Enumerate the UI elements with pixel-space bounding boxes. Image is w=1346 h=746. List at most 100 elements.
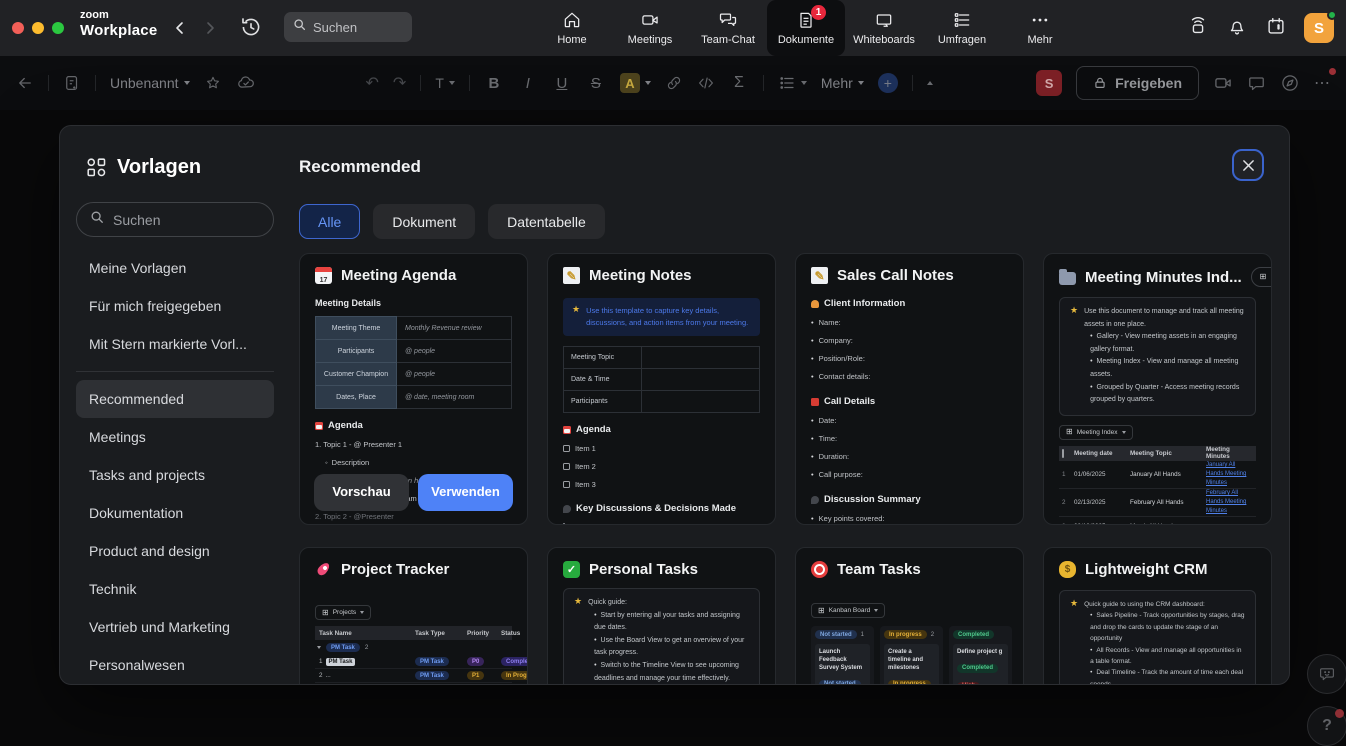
nav-umfragen[interactable]: Umfragen [923,0,1001,56]
sidebar-item-meine-vorlagen[interactable]: Meine Vorlagen [76,249,274,287]
preview-table: Meeting ThemeMonthly Revenue reviewParti… [315,316,512,408]
history-icon[interactable] [238,14,264,45]
formula-icon[interactable]: Σ [729,74,749,92]
templates-search-input[interactable] [113,212,243,228]
share-device-icon[interactable] [1187,15,1209,42]
view-tab: Kanban Board [811,603,885,618]
sidebar-item-technik[interactable]: Technik [76,570,274,608]
highlight-icon: A [620,73,640,93]
template-card-sales-call-notes[interactable]: Sales Call Notes Client Information Name… [795,253,1024,525]
share-button[interactable]: Freigeben [1076,66,1199,100]
calendar-icon[interactable] [1265,15,1287,42]
sidebar-item-recommended[interactable]: Recommended [76,380,274,418]
search-icon [90,210,104,229]
star-icon[interactable] [204,74,222,92]
divider [48,75,49,91]
dokumente-badge: 1 [811,5,826,20]
new-document-icon[interactable] [63,74,81,92]
nav-mehr[interactable]: Mehr [1001,0,1079,56]
table-icon [818,607,825,615]
maximize-window-button[interactable] [52,22,64,34]
close-window-button[interactable] [12,22,24,34]
comment-icon[interactable] [1247,74,1266,93]
search-input[interactable] [313,20,401,35]
view-tab: Meeting Index [1059,425,1133,440]
strikethrough-button[interactable]: S [586,75,606,92]
templates-main: Recommended Alle Dokument Datentabelle M… [284,126,1290,684]
preview-table-row: 1 01/06/2025 January All Hands January A… [1059,461,1256,489]
template-card-meeting-minutes-index[interactable]: Meeting Minutes Ind... 1 Use this docume… [1043,253,1272,525]
chevron-down-icon [874,609,878,612]
forward-icon[interactable] [198,16,222,40]
template-card-meeting-agenda[interactable]: Meeting Agenda Meeting Details Meeting T… [299,253,528,525]
text-style-menu[interactable]: T [435,75,455,91]
nav-home[interactable]: Home [533,0,611,56]
zoom-workplace-logo: zoom Workplace [80,9,157,39]
toolbar-mehr-menu[interactable]: Mehr [821,75,864,91]
global-search[interactable] [284,12,412,42]
star-emoji-icon [572,305,580,329]
card-title: Meeting Notes [589,267,692,284]
bold-button[interactable]: B [484,75,504,92]
nav-dokumente[interactable]: Dokumente 1 [767,0,845,56]
video-icon[interactable] [1213,73,1233,93]
insert-plus-button[interactable]: + [878,73,898,93]
nav-team-chat[interactable]: Team-Chat [689,0,767,56]
template-categories: Meine Vorlagen Für mich freigegeben Mit … [76,249,274,684]
code-icon[interactable] [697,74,715,92]
close-icon [1242,159,1255,172]
notification-dot [1335,709,1344,718]
document-title-menu[interactable]: Unbenannt [110,75,190,91]
template-card-project-tracker[interactable]: Project Tracker Projects Task Name Task … [299,547,528,685]
speech-bubble-emoji-icon [811,496,819,504]
nav-whiteboards[interactable]: Whiteboards [845,0,923,56]
chevron-down-icon [360,611,364,614]
template-card-meeting-notes[interactable]: Meeting Notes Use this template to captu… [547,253,776,525]
template-preview: Client Information Name:Company:Position… [811,298,1008,525]
folder-emoji-icon [1059,272,1076,285]
notifications-icon[interactable] [1226,15,1248,42]
sidebar-item-fuer-mich-freigegeben[interactable]: Für mich freigegeben [76,287,274,325]
kanban-card: Launch Feedback Survey System Not starte… [815,644,870,685]
underline-button[interactable]: U [552,75,572,92]
toolbar-more-icon[interactable]: ⋯ [1314,73,1330,93]
filter-alle[interactable]: Alle [299,204,360,239]
undo-icon[interactable]: ↶ [366,73,379,93]
sidebar-item-meetings[interactable]: Meetings [76,418,274,456]
help-button[interactable]: ? [1307,706,1346,746]
compass-icon[interactable] [1280,73,1300,93]
list-menu[interactable] [778,74,807,92]
template-card-personal-tasks[interactable]: Personal Tasks Quick guide: Start by ent… [547,547,776,685]
sidebar-item-vertrieb-und-marketing[interactable]: Vertrieb und Marketing [76,608,274,646]
checkbox-icon [563,463,570,470]
cloud-saved-icon[interactable] [236,73,256,93]
template-card-lightweight-crm[interactable]: Lightweight CRM Quick guide to using the… [1043,547,1272,685]
sidebar-item-product-and-design[interactable]: Product and design [76,532,274,570]
filter-datentabelle[interactable]: Datentabelle [488,204,605,239]
back-arrow-icon[interactable] [16,74,34,92]
notification-dot [1329,68,1336,75]
highlight-color-menu[interactable]: A [620,73,651,93]
sidebar-item-tasks-and-projects[interactable]: Tasks and projects [76,456,274,494]
back-icon[interactable] [168,16,192,40]
link-icon[interactable] [665,74,683,92]
filter-chips: Alle Dokument Datentabelle [299,204,1272,239]
checkbox-icon [563,445,570,452]
minimize-window-button[interactable] [32,22,44,34]
sidebar-item-personalwesen[interactable]: Personalwesen [76,646,274,684]
templates-search[interactable] [76,202,274,237]
sidebar-item-dokumentation[interactable]: Dokumentation [76,494,274,532]
avatar[interactable]: S [1304,13,1334,43]
sidebar-item-mit-stern-markiert[interactable]: Mit Stern markierte Vorl... [76,325,274,363]
feedback-button[interactable] [1307,654,1346,694]
divider [420,75,421,91]
italic-button[interactable]: I [518,75,538,92]
filter-dokument[interactable]: Dokument [373,204,475,239]
use-template-button[interactable]: Verwenden [418,474,513,511]
collapse-toolbar-icon[interactable] [927,81,933,85]
preview-button[interactable]: Vorschau [314,474,409,511]
nav-meetings[interactable]: Meetings [611,0,689,56]
template-card-team-tasks[interactable]: Team Tasks Kanban Board Not started1 [795,547,1024,685]
redo-icon[interactable]: ↷ [393,73,406,93]
close-dialog-button[interactable] [1232,149,1264,181]
